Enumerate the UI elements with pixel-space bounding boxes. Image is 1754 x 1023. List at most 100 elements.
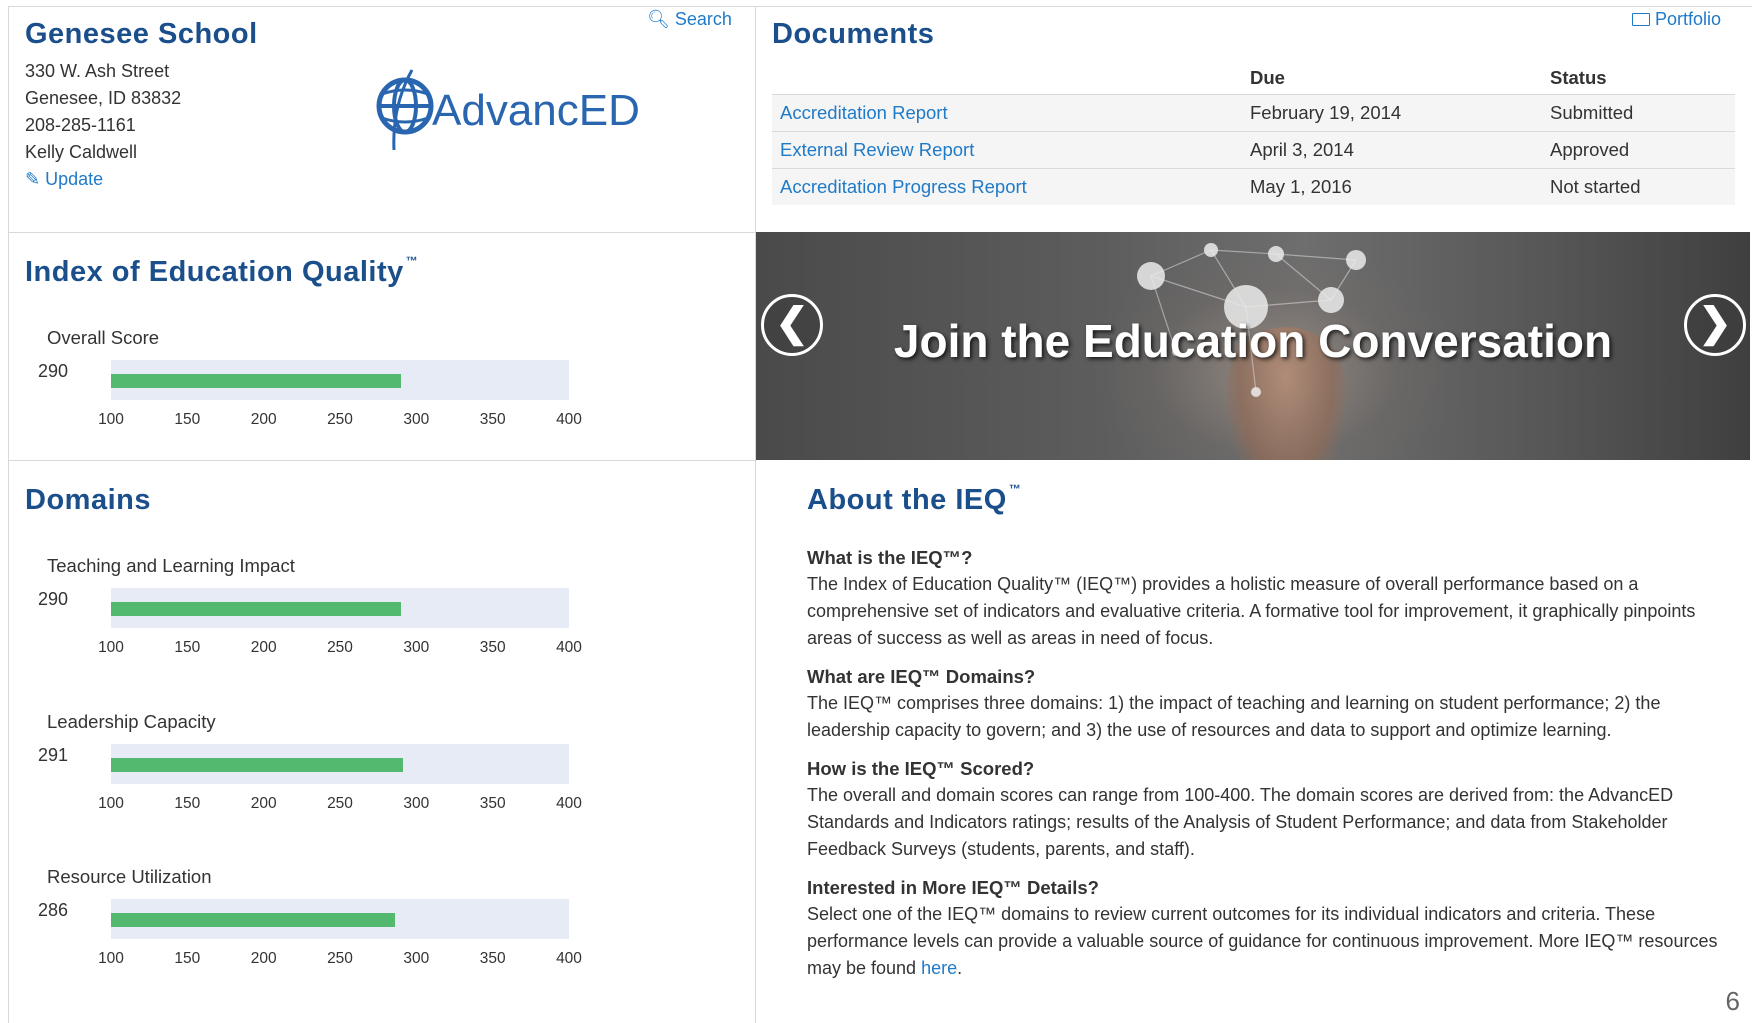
table-row: External Review Report April 3, 2014 App… <box>772 131 1735 169</box>
grid-line <box>8 460 756 461</box>
tick-label: 200 <box>250 950 277 967</box>
tick-label: 100 <box>98 411 124 428</box>
folder-icon <box>1632 13 1650 26</box>
table-row: Accreditation Progress Report May 1, 201… <box>772 168 1735 205</box>
document-due: February 19, 2014 <box>1242 94 1542 132</box>
about-question: Interested in More IEQ™ Details? <box>807 877 1099 898</box>
tick-label: 400 <box>556 411 582 428</box>
score-chart: 100 150 200 250 300 350 400 <box>98 744 618 814</box>
about-answer: The overall and domain scores can range … <box>807 785 1674 859</box>
tick-label: 350 <box>479 795 506 812</box>
about-question: What are IEQ™ Domains? <box>807 666 1036 687</box>
tick-label: 100 <box>98 795 124 812</box>
about-answer: Select one of the IEQ™ domains to review… <box>807 901 1727 982</box>
domains-title: Domains <box>25 484 151 516</box>
about-question: What is the IEQ™? <box>807 547 973 568</box>
tick-label: 200 <box>250 795 277 812</box>
document-status: Not started <box>1542 168 1735 205</box>
tick-label: 100 <box>98 950 124 967</box>
tick-label: 100 <box>98 639 124 656</box>
school-phone: 208-285-1161 <box>25 115 136 135</box>
chart-label: Resource Utilization <box>47 866 212 887</box>
about-answer-end: . <box>957 958 963 978</box>
chart-bar <box>111 602 402 616</box>
about-title-text: About the IEQ <box>807 484 1007 516</box>
carousel-prev-button[interactable]: ❮ <box>761 294 823 356</box>
chart-value: 286 <box>38 900 69 920</box>
address-line-1: 330 W. Ash Street <box>25 61 170 81</box>
tick-label: 250 <box>327 950 353 967</box>
logo-text: AdvancED <box>432 86 640 135</box>
portfolio-label: Portfolio <box>1655 9 1722 29</box>
document-link[interactable]: Accreditation Progress Report <box>772 168 1242 205</box>
grid-line <box>8 6 9 1023</box>
tick-label: 200 <box>250 411 277 428</box>
school-contact: Kelly Caldwell <box>25 142 138 162</box>
tick-label: 150 <box>174 795 201 812</box>
banner-carousel[interactable]: Join the Education Conversation ❮ ❯ <box>756 232 1750 460</box>
document-due: May 1, 2016 <box>1242 168 1542 205</box>
header-name <box>772 62 1242 95</box>
page-number: 6 <box>1725 986 1740 1016</box>
school-address: 330 W. Ash Street Genesee, ID 83832 208-… <box>25 58 181 193</box>
tick-label: 350 <box>479 639 506 656</box>
tick-label: 150 <box>174 411 201 428</box>
grid-line <box>8 232 756 233</box>
trademark-mark: ™ <box>1008 482 1022 496</box>
about-content: What is the IEQ™? The Index of Education… <box>807 544 1727 993</box>
score-chart: 100 150 200 250 300 350 400 <box>98 588 618 658</box>
tick-label: 350 <box>479 950 506 967</box>
search-icon: 🔍︎ <box>647 9 670 29</box>
banner-headline: Join the Education Conversation <box>893 315 1613 367</box>
chart-bar <box>111 374 402 388</box>
search-link[interactable]: 🔍︎ Search <box>647 9 732 30</box>
tick-label: 150 <box>174 950 201 967</box>
document-link[interactable]: Accreditation Report <box>772 94 1242 132</box>
chart-track <box>111 588 569 628</box>
tick-label: 200 <box>250 639 277 656</box>
update-label: Update <box>45 169 104 189</box>
tick-label: 300 <box>403 639 430 656</box>
update-link[interactable]: ✎ Update <box>25 166 181 193</box>
document-link[interactable]: External Review Report <box>772 131 1242 169</box>
chart-value: 291 <box>38 745 69 765</box>
header-due: Due <box>1250 67 1285 88</box>
chart-track <box>111 899 569 939</box>
carousel-next-button[interactable]: ❯ <box>1684 294 1746 356</box>
ieq-title: Index of Education Quality ™ <box>25 254 419 289</box>
table-row: Accreditation Report February 19, 2014 S… <box>772 94 1735 132</box>
advanced-logo: AdvancED <box>372 66 662 152</box>
chart-label: Overall Score <box>47 327 160 348</box>
search-label: Search <box>674 9 732 29</box>
tick-label: 300 <box>403 950 430 967</box>
tick-label: 300 <box>403 795 430 812</box>
edit-icon: ✎ <box>25 169 41 189</box>
grid-line <box>755 6 756 1023</box>
document-status: Submitted <box>1542 94 1735 132</box>
trademark-mark: ™ <box>405 254 419 268</box>
chart-label: Teaching and Learning Impact <box>47 555 295 576</box>
grid-line <box>8 6 1752 7</box>
about-answer: The Index of Education Quality™ (IEQ™) p… <box>807 574 1696 648</box>
score-chart: 100 150 200 250 300 350 400 <box>98 899 618 969</box>
tick-label: 400 <box>556 795 582 812</box>
tick-label: 150 <box>174 639 201 656</box>
portfolio-link[interactable]: Portfolio <box>1632 9 1721 30</box>
globe-icon <box>376 69 434 151</box>
resources-link[interactable]: here <box>921 958 957 978</box>
tick-label: 250 <box>327 795 353 812</box>
school-name: Genesee School <box>25 18 258 50</box>
chart-track <box>111 744 569 784</box>
documents-title: Documents <box>772 18 935 50</box>
chart-bar <box>111 758 403 772</box>
chart-label: Leadership Capacity <box>47 711 216 732</box>
header-status: Status <box>1550 67 1607 88</box>
tick-label: 250 <box>327 639 353 656</box>
chart-value: 290 <box>38 361 69 381</box>
document-status: Approved <box>1542 131 1735 169</box>
about-title: About the IEQ ™ <box>807 482 1022 517</box>
address-line-2: Genesee, ID 83832 <box>25 88 182 108</box>
tick-label: 400 <box>556 639 582 656</box>
score-chart: 100 150 200 250 300 350 400 <box>98 360 618 430</box>
chart-value: 290 <box>38 589 69 609</box>
